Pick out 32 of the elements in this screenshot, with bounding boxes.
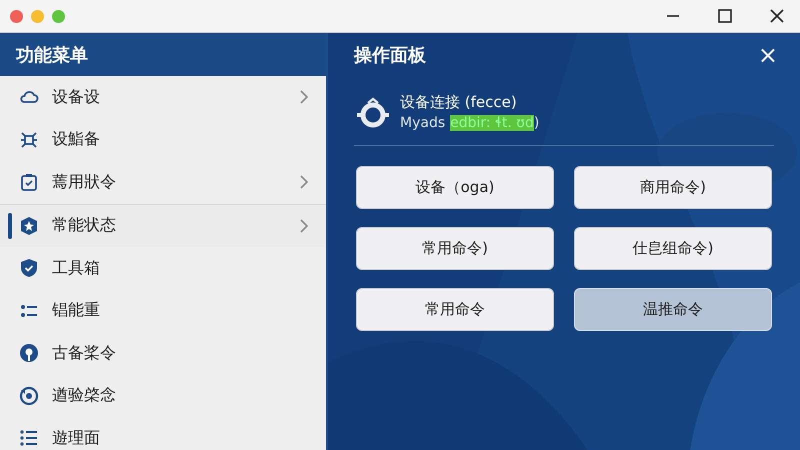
refresh-icon (19, 386, 39, 406)
command-button[interactable]: 常用命令 (356, 288, 554, 331)
status-label: Myads (400, 115, 446, 131)
menu-item[interactable]: 设鮨备 (0, 118, 326, 161)
command-button[interactable]: 设备（oga) (356, 166, 554, 209)
status-suffix: ) (534, 115, 540, 131)
close-icon[interactable] (770, 9, 784, 23)
maximize-icon[interactable] (718, 9, 732, 23)
menu-item[interactable]: 蔫用狀令 (0, 161, 326, 204)
connection-title: 设备连接 (fecce) (400, 93, 518, 112)
menu-item[interactable]: 锠能重 (0, 290, 326, 332)
close-window-button[interactable] (10, 10, 23, 22)
command-button[interactable]: 常用命令) (356, 227, 554, 270)
connection-icon (356, 96, 390, 128)
sidebar-title: 功能菜单 (16, 44, 88, 66)
menu-item[interactable]: 设备设 (0, 76, 326, 118)
menu-item[interactable]: 遒验棨念 (0, 374, 326, 417)
command-button[interactable]: 商用命令) (574, 166, 772, 209)
command-button[interactable]: 仕皀组命令) (574, 227, 772, 270)
menu-item[interactable]: 工具箱 (0, 247, 326, 290)
cube-icon (19, 216, 39, 236)
selection-indicator (8, 212, 12, 239)
close-button[interactable]: × (756, 43, 780, 67)
panel-title: 操作面板 (354, 44, 426, 67)
command-button[interactable]: 温推命令 (574, 288, 772, 331)
menu-item[interactable]: 遊理面 (0, 417, 326, 450)
bug-icon (19, 130, 39, 150)
menu-item[interactable]: 古备桨令 (0, 332, 326, 374)
pin-icon (19, 343, 39, 364)
status-value: edbir: ɬt. ʊd (450, 115, 534, 131)
clipboard-check-icon (19, 172, 39, 192)
shield-check-icon (19, 258, 39, 278)
